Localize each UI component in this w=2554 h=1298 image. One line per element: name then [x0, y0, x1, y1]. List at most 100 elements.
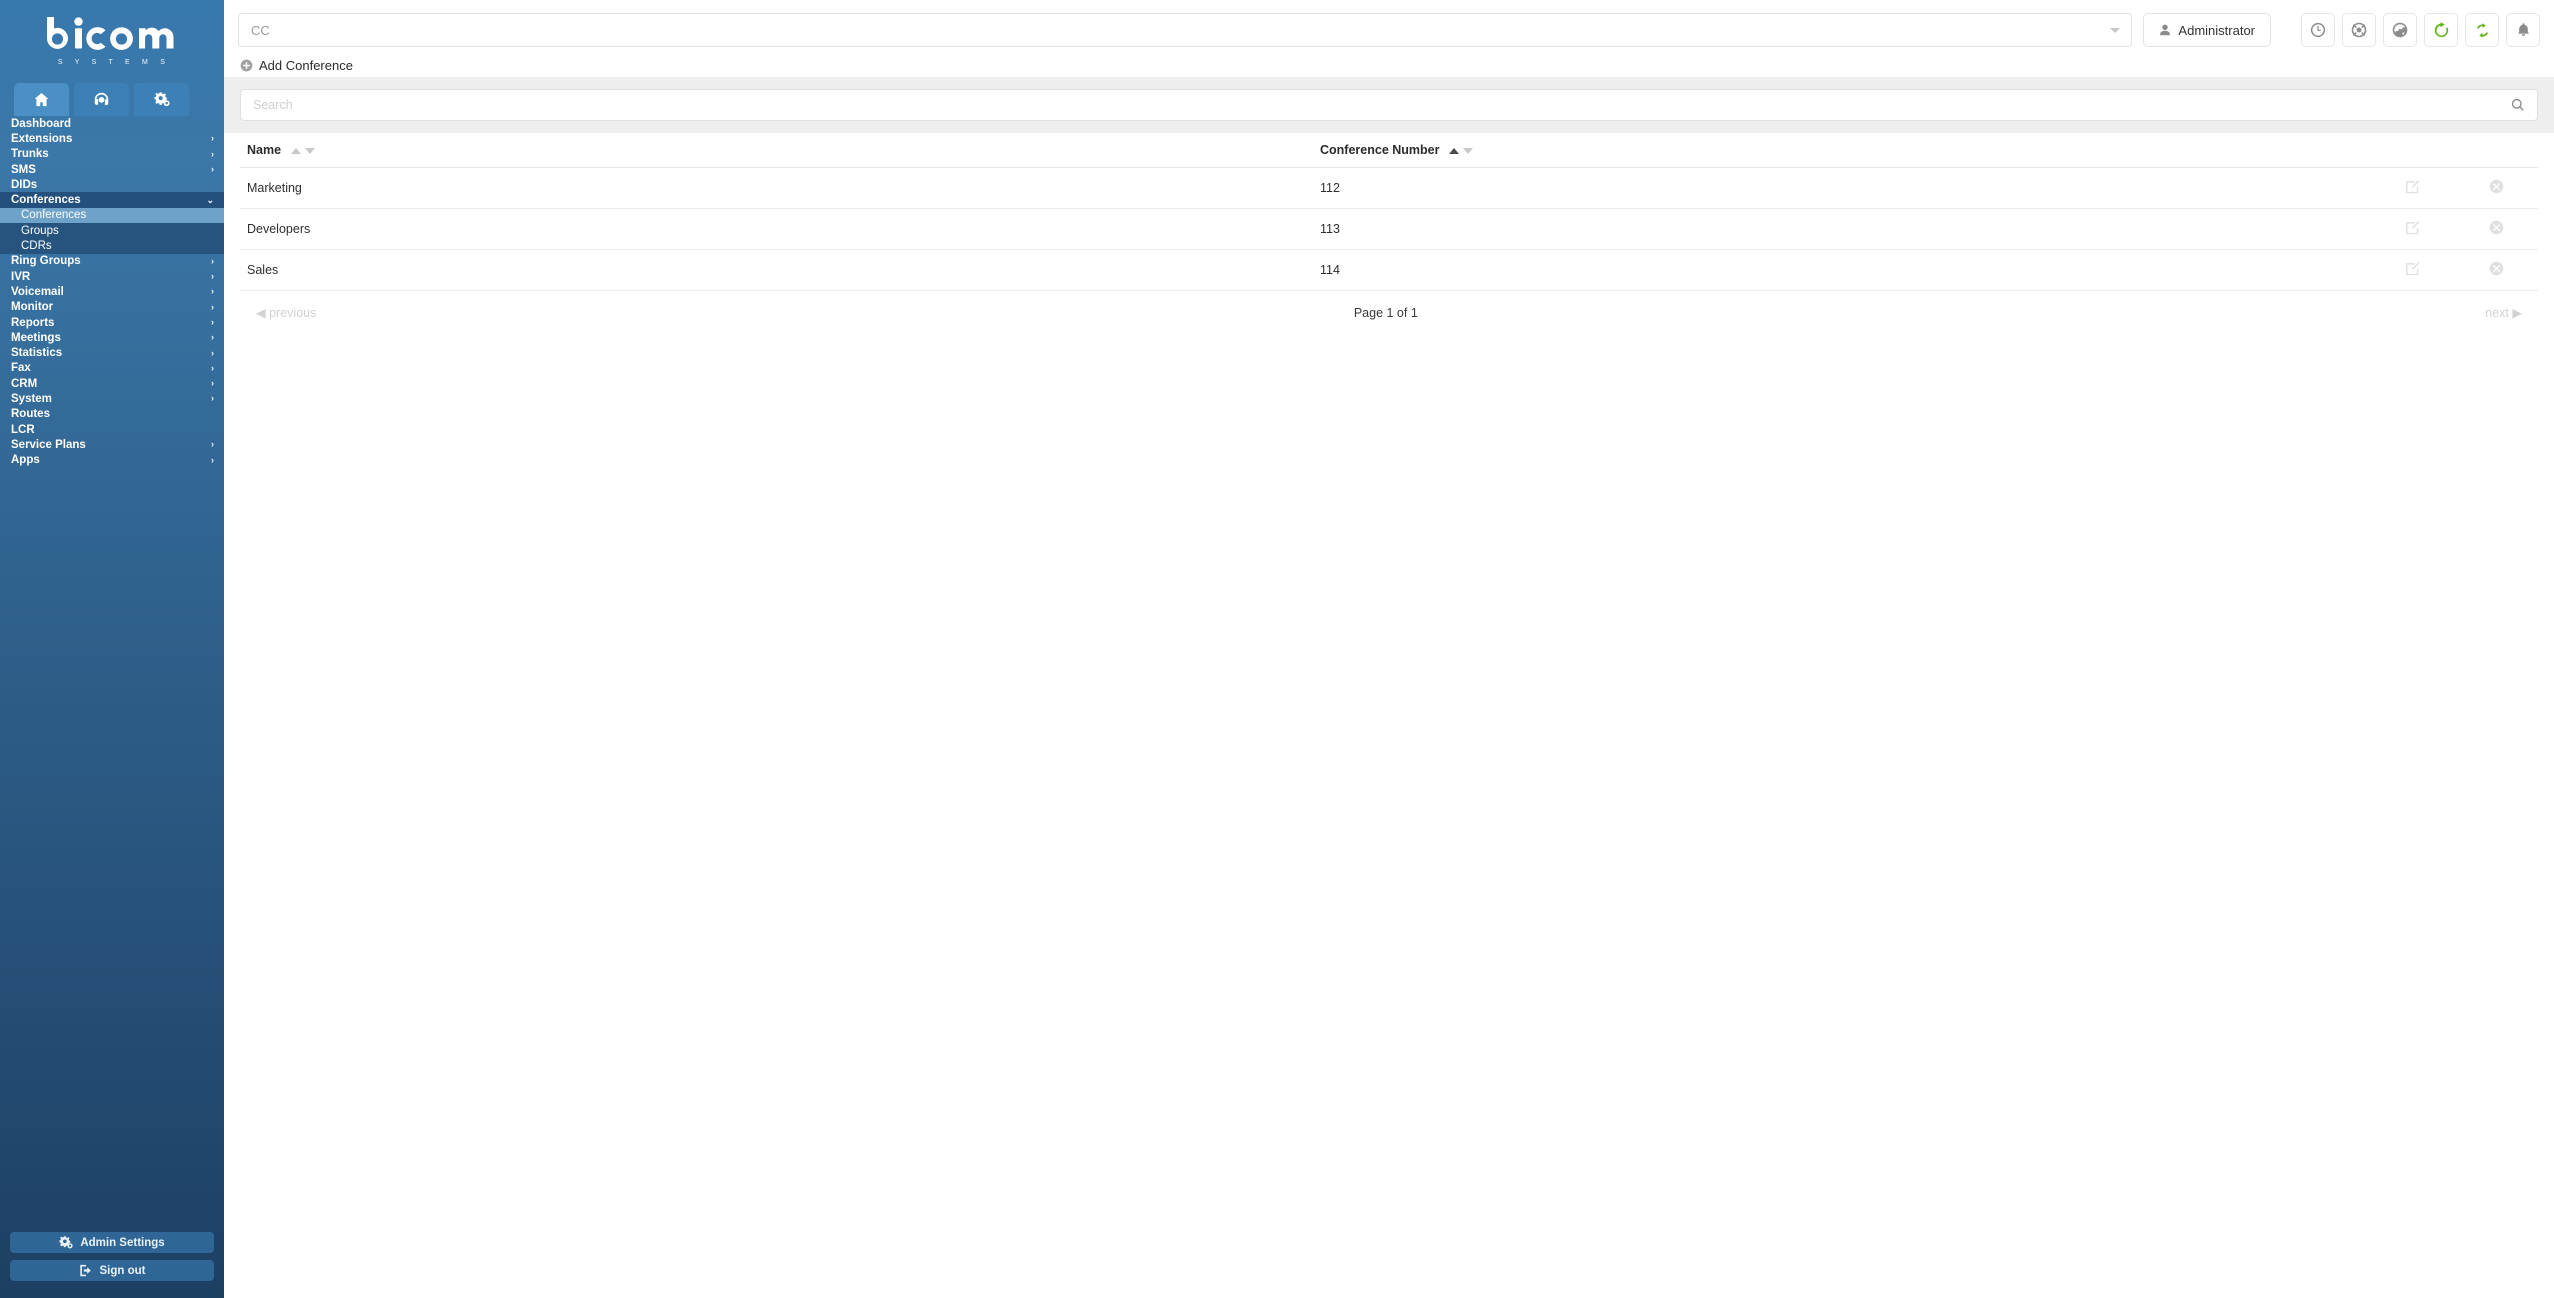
user-menu-label: Administrator: [2178, 22, 2255, 38]
sidebar-tab-headset[interactable]: [74, 83, 129, 116]
gears-icon: [153, 92, 170, 107]
cell-delete-action[interactable]: [2454, 208, 2538, 250]
sidebar-item-service-plans[interactable]: Service Plans ›: [0, 437, 224, 452]
delete-row-icon[interactable]: [2489, 220, 2504, 235]
sidebar-item-statistics[interactable]: Statistics ›: [0, 345, 224, 360]
table-row[interactable]: Sales 114: [240, 249, 2538, 291]
sidebar-item-label: Fax: [11, 362, 31, 375]
sidebar-subitem-groups[interactable]: Groups: [0, 223, 224, 239]
admin-settings-button[interactable]: Admin Settings: [10, 1232, 214, 1253]
chevron-right-icon: ›: [211, 332, 214, 343]
topbar-row: CC Administrator: [224, 0, 2554, 47]
chevron-right-icon: ›: [211, 317, 214, 327]
sidebar-item-apps[interactable]: Apps ›: [0, 453, 224, 468]
refresh-icon: [2434, 21, 2448, 37]
sidebar-subitem-cdrs[interactable]: CDRs: [0, 238, 224, 254]
reload-button[interactable]: [2424, 13, 2458, 47]
sidebar-tab-bar: [0, 80, 224, 116]
sort-ascending-icon[interactable]: [1448, 147, 1459, 154]
sidebar-item-label: Reports: [11, 316, 55, 329]
sidebar-tab-settings[interactable]: [134, 83, 189, 116]
brand-subtitle: S Y S T E M S: [57, 58, 171, 66]
cell-edit-action[interactable]: [2370, 208, 2454, 250]
tenant-select-value: CC: [251, 22, 270, 38]
sort-controls: [290, 147, 315, 154]
sidebar-item-reports[interactable]: Reports ›: [0, 315, 224, 330]
sidebar-item-conferences[interactable]: Conferences ⌄: [0, 192, 224, 208]
brand-logo[interactable]: S Y S T E M S: [0, 0, 224, 80]
clock-button[interactable]: [2301, 13, 2335, 47]
add-conference-label: Add Conference: [259, 58, 353, 73]
sidebar-item-label: IVR: [11, 270, 31, 283]
conferences-table: Name Conference Number Marketing 112 Dev…: [240, 133, 2538, 291]
bell-icon: [2517, 23, 2529, 36]
bicom-logo-icon: [47, 16, 174, 50]
edit-row-icon[interactable]: [2405, 220, 2420, 235]
gears-icon: [59, 1236, 73, 1249]
column-header-conference-number[interactable]: Conference Number: [1310, 133, 2370, 168]
sidebar-footer: Admin Settings Sign out: [0, 1232, 224, 1298]
notifications-button[interactable]: [2506, 13, 2540, 47]
admin-settings-label: Admin Settings: [80, 1236, 165, 1249]
sidebar-subitem-label: CDRs: [21, 240, 52, 253]
cell-edit-action[interactable]: [2370, 167, 2454, 209]
sidebar-item-label: Dashboard: [11, 117, 72, 130]
sidebar-item-routes[interactable]: Routes: [0, 407, 224, 422]
sidebar-item-meetings[interactable]: Meetings ›: [0, 330, 224, 345]
sort-controls: [1448, 147, 1473, 154]
sidebar-item-ivr[interactable]: IVR ›: [0, 269, 224, 284]
sidebar-tab-home[interactable]: [14, 83, 69, 116]
sidebar-item-sms[interactable]: SMS ›: [0, 162, 224, 177]
sidebar-item-voicemail[interactable]: Voicemail ›: [0, 284, 224, 299]
sidebar-item-trunks[interactable]: Trunks ›: [0, 147, 224, 162]
plus-circle-icon: [240, 59, 253, 72]
sidebar-item-dashboard[interactable]: Dashboard: [0, 116, 224, 131]
table-row[interactable]: Marketing 112: [240, 167, 2538, 209]
next-page-button[interactable]: next ▶: [2485, 305, 2522, 320]
sign-out-icon: [79, 1264, 91, 1277]
delete-row-icon[interactable]: [2489, 179, 2504, 194]
sidebar-item-label: LCR: [11, 423, 35, 436]
sidebar-item-ring-groups[interactable]: Ring Groups ›: [0, 254, 224, 269]
column-header-edit: [2370, 133, 2454, 168]
sidebar-item-system[interactable]: System ›: [0, 391, 224, 406]
tenant-select[interactable]: CC: [238, 13, 2133, 47]
sidebar-item-lcr[interactable]: LCR: [0, 422, 224, 437]
edit-row-icon[interactable]: [2405, 261, 2420, 276]
sync-button[interactable]: [2465, 13, 2499, 47]
sign-out-button[interactable]: Sign out: [10, 1260, 214, 1281]
sidebar-item-crm[interactable]: CRM ›: [0, 376, 224, 391]
table-row[interactable]: Developers 113: [240, 208, 2538, 250]
delete-row-icon[interactable]: [2489, 261, 2504, 276]
user-menu-button[interactable]: Administrator: [2143, 13, 2271, 47]
sidebar-subitem-label: Groups: [21, 224, 59, 237]
user-icon: [2160, 24, 2171, 36]
globe-icon: [2392, 22, 2408, 38]
cell-delete-action[interactable]: [2454, 249, 2538, 291]
page-info: Page 1 of 1: [1353, 305, 1418, 320]
sidebar-item-fax[interactable]: Fax ›: [0, 361, 224, 376]
support-button[interactable]: [2342, 13, 2376, 47]
sidebar-item-dids[interactable]: DIDs: [0, 177, 224, 192]
column-header-name[interactable]: Name: [240, 133, 1310, 168]
sort-descending-icon[interactable]: [304, 147, 315, 154]
previous-page-button[interactable]: ◀ previous: [256, 305, 316, 320]
search-icon[interactable]: [2511, 98, 2525, 117]
sidebar-item-label: Monitor: [11, 301, 54, 314]
next-arrow-icon: ▶: [2512, 306, 2522, 320]
sidebar-nav: Dashboard Extensions › Trunks › SMS › DI…: [0, 116, 224, 1232]
topbar: CC Administrator Add Conference: [224, 0, 2554, 77]
cell-delete-action[interactable]: [2454, 167, 2538, 209]
edit-row-icon[interactable]: [2405, 179, 2420, 194]
cell-edit-action[interactable]: [2370, 249, 2454, 291]
sort-descending-icon[interactable]: [1462, 147, 1473, 154]
sidebar-subitem-conferences[interactable]: Conferences: [0, 207, 224, 224]
sidebar-item-extensions[interactable]: Extensions ›: [0, 131, 224, 146]
sidebar-item-monitor[interactable]: Monitor ›: [0, 300, 224, 315]
sidebar-item-label: Conferences: [11, 194, 81, 207]
add-conference-button[interactable]: Add Conference: [240, 58, 353, 73]
sort-ascending-icon[interactable]: [290, 147, 301, 154]
language-button[interactable]: [2383, 13, 2417, 47]
search-box[interactable]: [240, 89, 2538, 121]
search-input[interactable]: [253, 98, 2525, 112]
